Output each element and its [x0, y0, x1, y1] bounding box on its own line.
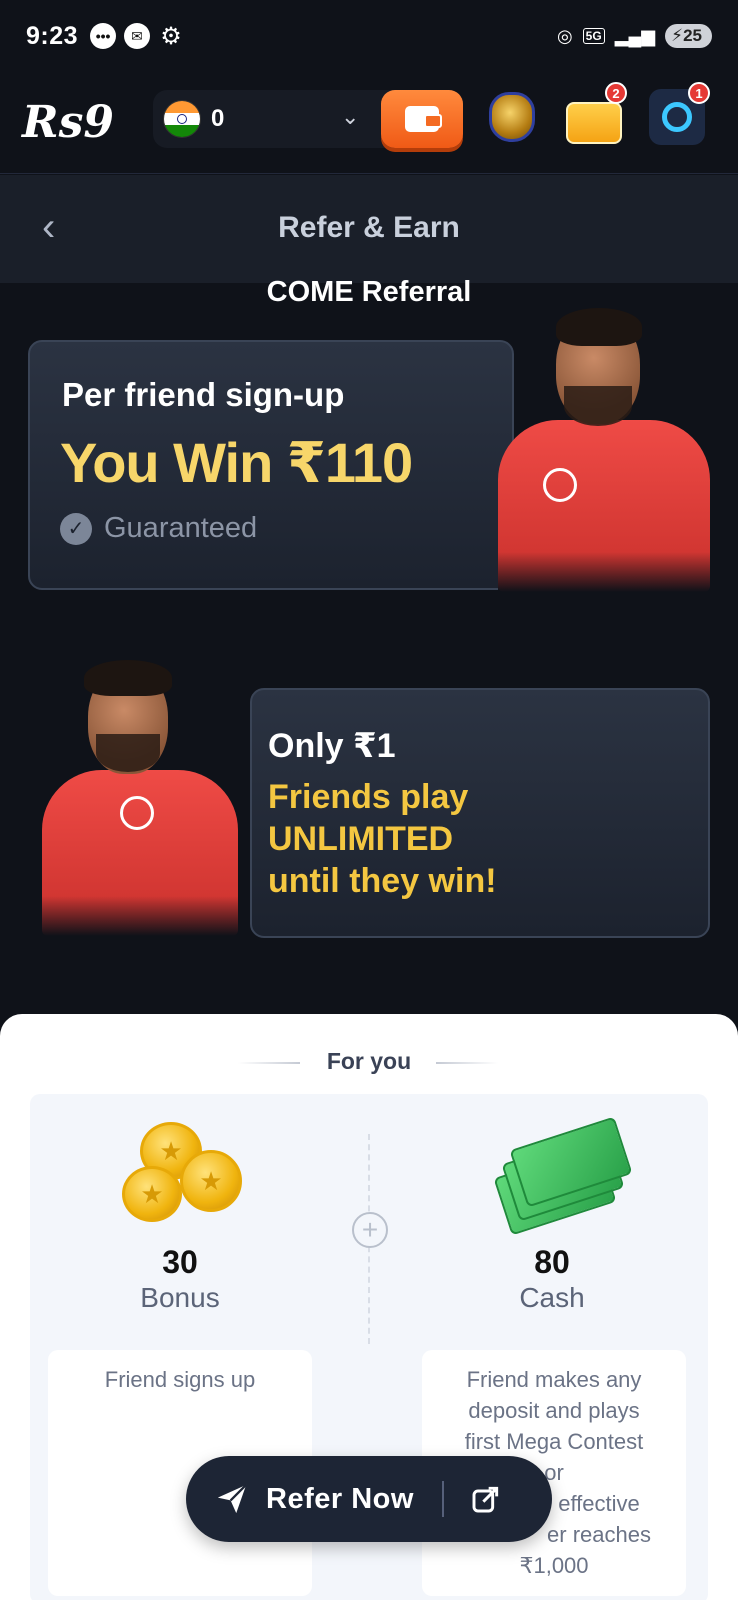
- chat-bubble-icon: •••: [90, 23, 117, 49]
- paper-plane-icon: [217, 1484, 247, 1514]
- app-logo[interactable]: Rs9: [22, 97, 142, 148]
- message-icon: ✉: [124, 23, 151, 49]
- bonus-amount: 30: [162, 1244, 198, 1280]
- wallet-icon: [405, 106, 442, 132]
- treasure-jar-icon: [489, 92, 535, 142]
- share-icon[interactable]: [470, 1483, 502, 1515]
- page-titlebar: ‹ Refer & Earn: [0, 175, 738, 283]
- cash-amount: 80: [534, 1244, 570, 1280]
- section-title: COME Referral: [266, 276, 472, 308]
- treasure-chest-icon: [566, 102, 622, 144]
- rewards-chest-button[interactable]: 2: [563, 82, 627, 148]
- rewards-badge: 2: [605, 82, 627, 104]
- india-flag-icon: [163, 100, 201, 138]
- treasure-jar-button[interactable]: [481, 86, 543, 148]
- hotspot-icon: ◎: [556, 25, 573, 46]
- support-button[interactable]: 1: [646, 82, 710, 148]
- cricketer-image-2: [28, 660, 250, 936]
- status-bar: 9:23 ••• ✉ ⚙ ◎ 5G ▂▄▆ ⚡25: [0, 0, 738, 72]
- bonus-label: Bonus: [140, 1282, 220, 1313]
- until-win-label: until they win!: [268, 862, 497, 900]
- network-type: 5G: [582, 28, 605, 44]
- guaranteed-label: ✓ Guaranteed: [60, 512, 257, 545]
- settings-gear-icon: ⚙: [160, 22, 182, 50]
- wallet-button[interactable]: [381, 90, 463, 148]
- signup-reward-amount: You Win ₹110: [60, 431, 413, 494]
- signup-reward-caption: Per friend sign-up: [62, 376, 345, 413]
- notification-icons: ••• ✉ ⚙: [90, 22, 184, 50]
- button-divider: [441, 1481, 444, 1517]
- refer-now-button[interactable]: Refer Now: [186, 1456, 552, 1542]
- unlimited-play-card: Only ₹1 Friends play UNLIMITED until the…: [250, 688, 710, 938]
- plus-icon: +: [352, 1212, 388, 1248]
- friends-play-label: Friends play: [268, 778, 469, 816]
- support-badge: 1: [688, 82, 710, 104]
- unlimited-label: UNLIMITED: [268, 820, 454, 858]
- balance-selector[interactable]: 0 ⌄: [153, 90, 463, 148]
- chevron-down-icon[interactable]: ⌄: [341, 104, 359, 130]
- system-status: ◎ 5G ▂▄▆ ⚡25: [557, 24, 712, 48]
- balance-amount: 0: [211, 105, 225, 132]
- clock: 9:23: [26, 21, 79, 50]
- cash-label: Cash: [519, 1282, 585, 1313]
- cricketer-image-1: [488, 308, 710, 592]
- page-title: Refer & Earn: [278, 211, 460, 244]
- only-one-rupee-label: Only ₹1: [268, 727, 396, 765]
- app-header: Rs9 0 ⌄ 2 1: [0, 72, 738, 174]
- signal-icon: ▂▄▆: [614, 25, 656, 46]
- refer-now-label: Refer Now: [266, 1482, 414, 1515]
- gold-coins-icon: ★ ★ ★: [122, 1122, 252, 1232]
- for-you-heading: For you: [0, 1048, 738, 1075]
- cash-bundle-icon: [490, 1116, 633, 1236]
- verified-badge-icon: ✓: [60, 512, 92, 545]
- battery-indicator: ⚡25: [665, 24, 712, 48]
- signup-reward-card: Per friend sign-up You Win ₹110 ✓ Guaran…: [28, 340, 514, 590]
